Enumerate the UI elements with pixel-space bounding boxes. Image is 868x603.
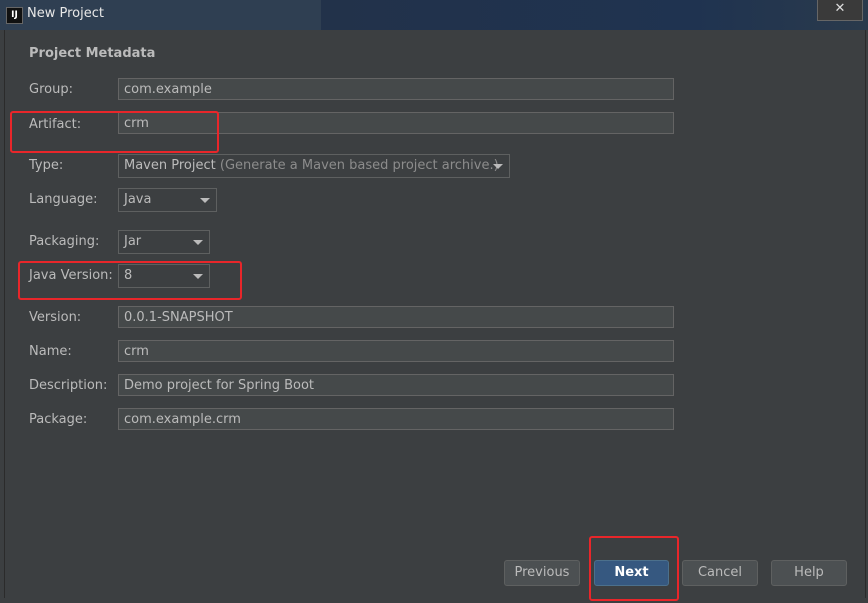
description-input[interactable] bbox=[118, 374, 674, 396]
chevron-down-icon bbox=[193, 240, 203, 245]
section-title: Project Metadata bbox=[29, 46, 156, 61]
group-label: Group: bbox=[29, 82, 73, 97]
name-label: Name: bbox=[29, 344, 72, 359]
package-label: Package: bbox=[29, 412, 88, 427]
close-icon: ✕ bbox=[834, 1, 846, 16]
version-input[interactable] bbox=[118, 306, 674, 328]
close-button[interactable]: ✕ bbox=[817, 0, 863, 21]
version-label: Version: bbox=[29, 310, 82, 325]
window-title: New Project bbox=[27, 6, 104, 21]
intellij-app-icon: IJ bbox=[6, 7, 23, 24]
next-button[interactable]: Next bbox=[594, 560, 669, 586]
language-value: Java bbox=[124, 192, 152, 207]
packaging-label: Packaging: bbox=[29, 234, 100, 249]
artifact-label: Artifact: bbox=[29, 117, 82, 132]
group-input[interactable] bbox=[118, 78, 674, 100]
packaging-value: Jar bbox=[124, 234, 142, 249]
title-bar: IJ New Project ✕ bbox=[0, 0, 868, 30]
cancel-button[interactable]: Cancel bbox=[682, 560, 758, 586]
java-version-label: Java Version: bbox=[29, 268, 113, 283]
chevron-down-icon bbox=[193, 274, 203, 279]
chevron-down-icon bbox=[200, 198, 210, 203]
language-label: Language: bbox=[29, 192, 98, 207]
java-version-value: 8 bbox=[124, 268, 133, 283]
name-input[interactable] bbox=[118, 340, 674, 362]
java-version-select[interactable]: 8 bbox=[118, 264, 210, 288]
packaging-select[interactable]: Jar bbox=[118, 230, 210, 254]
type-select[interactable]: Maven Project (Generate a Maven based pr… bbox=[118, 154, 510, 178]
chevron-down-icon bbox=[493, 164, 503, 169]
language-select[interactable]: Java bbox=[118, 188, 217, 212]
artifact-input[interactable] bbox=[118, 112, 674, 134]
help-button[interactable]: Help bbox=[771, 560, 847, 586]
previous-button[interactable]: Previous bbox=[504, 560, 580, 586]
type-hint: (Generate a Maven based project archive.… bbox=[219, 158, 499, 173]
type-value: Maven Project bbox=[124, 158, 216, 173]
dialog-content: Project Metadata Group: Artifact: Type: … bbox=[4, 30, 866, 598]
description-label: Description: bbox=[29, 378, 108, 393]
type-label: Type: bbox=[29, 158, 64, 173]
package-input[interactable] bbox=[118, 408, 674, 430]
